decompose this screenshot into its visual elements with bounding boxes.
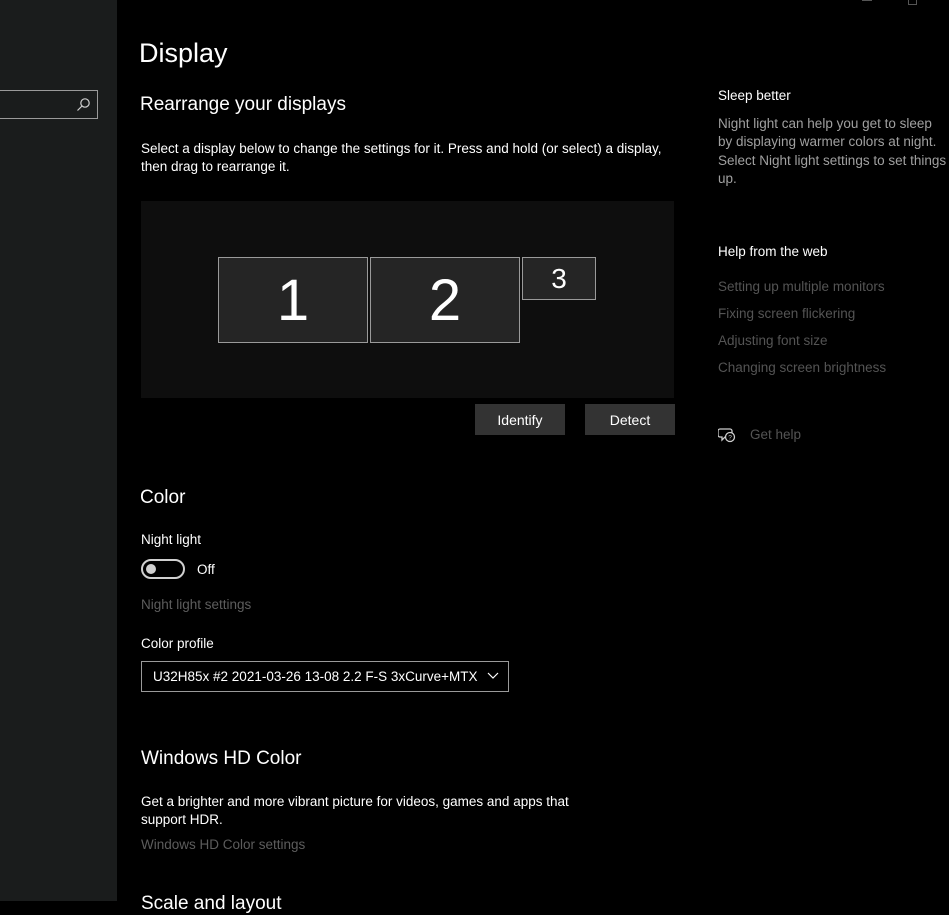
help-web-title: Help from the web xyxy=(718,244,828,259)
monitor-2[interactable]: 2 xyxy=(370,257,520,343)
night-light-settings-link[interactable]: Night light settings xyxy=(141,597,251,612)
svg-text:?: ? xyxy=(728,435,732,442)
main-content: Display Rearrange your displays Select a… xyxy=(117,0,949,914)
display-arrangement-canvas: 1 2 3 xyxy=(141,201,674,398)
hdr-description-line1: Get a brighter and more vibrant picture … xyxy=(141,794,569,809)
night-light-toggle[interactable] xyxy=(141,559,185,579)
monitor-1[interactable]: 1 xyxy=(218,257,368,343)
sleep-text-line2: by displaying warmer colors at night. xyxy=(718,134,937,149)
rearrange-description-line2: then drag to rearrange it. xyxy=(141,159,290,174)
identify-button[interactable]: Identify xyxy=(475,404,565,435)
hdr-section-title: Windows HD Color xyxy=(141,748,302,769)
color-section-title: Color xyxy=(140,487,186,508)
rearrange-title: Rearrange your displays xyxy=(140,94,346,115)
help-link-multiple-monitors[interactable]: Setting up multiple monitors xyxy=(718,279,885,294)
sleep-text-line3: Select Night light settings to set thing… xyxy=(718,153,947,168)
night-light-state: Off xyxy=(197,562,215,577)
hdr-settings-link[interactable]: Windows HD Color settings xyxy=(141,837,305,852)
sidebar xyxy=(0,0,117,901)
scale-layout-title: Scale and layout xyxy=(141,893,282,914)
rearrange-description-line1: Select a display below to change the set… xyxy=(141,141,662,156)
get-help-link[interactable]: Get help xyxy=(750,427,801,442)
toggle-knob xyxy=(146,564,156,574)
help-link-screen-flickering[interactable]: Fixing screen flickering xyxy=(718,306,855,321)
detect-button[interactable]: Detect xyxy=(585,404,675,435)
color-profile-label: Color profile xyxy=(141,636,214,651)
monitor-3[interactable]: 3 xyxy=(522,257,596,300)
night-light-label: Night light xyxy=(141,532,202,547)
chat-help-icon: ? xyxy=(718,428,736,443)
color-profile-dropdown[interactable]: U32H85x #2 2021-03-26 13-08 2.2 F-S 3xCu… xyxy=(141,661,509,692)
sleep-better-title: Sleep better xyxy=(718,88,791,103)
help-link-screen-brightness[interactable]: Changing screen brightness xyxy=(718,360,886,375)
search-icon xyxy=(77,98,90,111)
help-link-font-size[interactable]: Adjusting font size xyxy=(718,333,828,348)
search-input[interactable] xyxy=(0,90,98,119)
sleep-text-line1: Night light can help you get to sleep xyxy=(718,116,932,131)
color-profile-value: U32H85x #2 2021-03-26 13-08 2.2 F-S 3xCu… xyxy=(153,669,478,684)
chevron-down-icon xyxy=(487,672,499,679)
sleep-text-line4: up. xyxy=(718,171,737,186)
hdr-description-line2: support HDR. xyxy=(141,812,223,827)
page-title: Display xyxy=(139,38,228,68)
